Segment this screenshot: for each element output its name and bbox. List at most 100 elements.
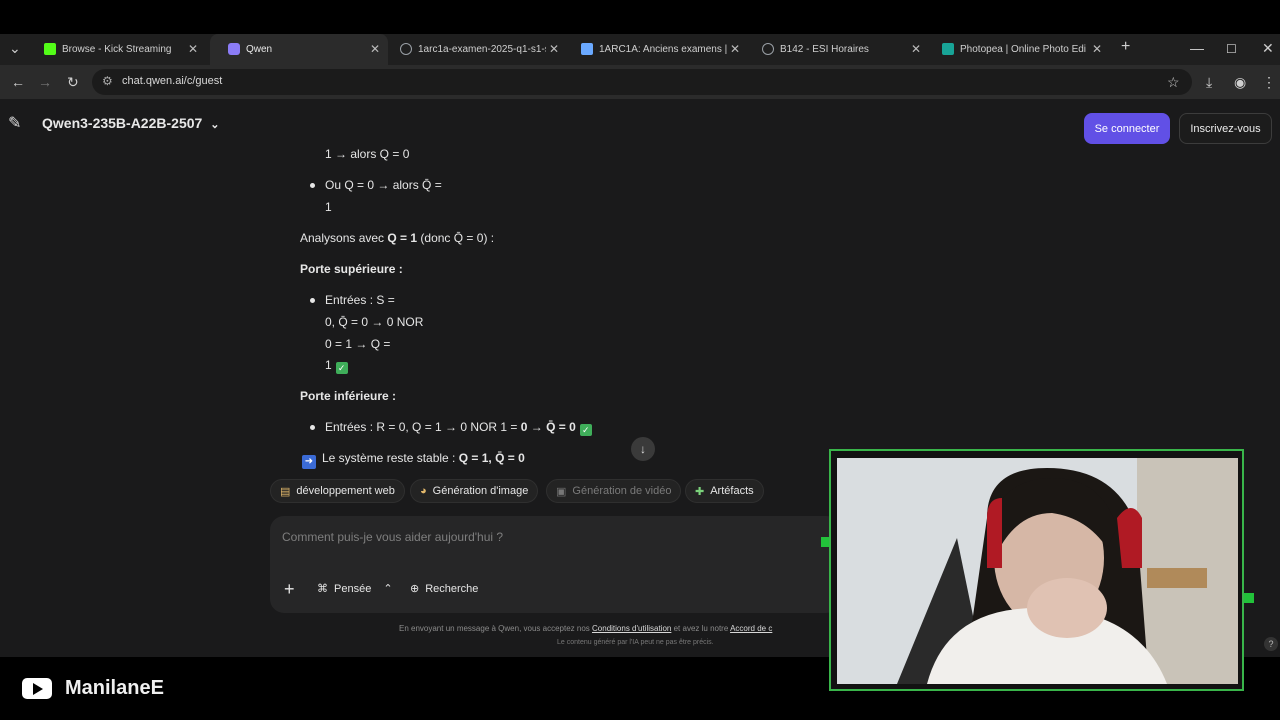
chip-label: Génération de vidéo: [572, 485, 672, 497]
youtube-logo-icon: [22, 678, 52, 699]
chip-artifacts[interactable]: ✚ Artéfacts: [685, 479, 764, 503]
list-bullet: [310, 183, 315, 188]
photopea-favicon-icon: [942, 43, 954, 55]
puzzle-icon: ✚: [695, 485, 705, 498]
tab-label: Browse - Kick Streaming: [62, 44, 172, 55]
model-name: Qwen3-235B-A22B-2507: [42, 115, 203, 131]
chat-line: 1 → alors Q = 0: [325, 147, 410, 161]
ai-disclaimer: Le contenu généré par l'IA peut ne pas ê…: [557, 639, 714, 646]
checkmark-icon: ✓: [335, 362, 348, 374]
moodle-favicon-icon: [581, 43, 593, 55]
chat-line: Entrées : S =: [325, 293, 395, 307]
text-bold: Q = 1, Q̄ = 0: [458, 451, 525, 465]
tab-anciens-examens[interactable]: 1ARC1A: Anciens examens | p ✕: [563, 34, 748, 65]
code-icon: ▤: [280, 485, 291, 498]
chip-image-gen[interactable]: ◕ Génération d'image: [410, 479, 539, 503]
minimize-icon[interactable]: —: [1190, 40, 1204, 56]
attach-plus-icon[interactable]: +: [284, 579, 295, 600]
legal-notice: En envoyant un message à Qwen, vous acce…: [399, 624, 772, 633]
globe-icon: ⊕: [410, 583, 420, 595]
close-tab-icon[interactable]: ✕: [549, 42, 559, 56]
chip-video-gen[interactable]: ▣ Génération de vidéo: [546, 479, 682, 503]
text-bold: Q̄ = 0: [546, 420, 576, 434]
tab-strip: ⌄ Browse - Kick Streaming ✕ Qwen ✕ 1arc1…: [0, 34, 1280, 65]
chevron-up-icon[interactable]: ⌃: [383, 582, 392, 595]
close-tab-icon[interactable]: ✕: [370, 42, 380, 56]
tab-qwen[interactable]: Qwen ✕: [210, 34, 388, 65]
text-bold: Q = 1: [387, 231, 418, 245]
text: En envoyant un message à Qwen, vous acce…: [399, 624, 593, 633]
chip-label: Génération d'image: [432, 485, 529, 497]
kick-favicon-icon: [44, 43, 56, 55]
scroll-down-button[interactable]: ↓: [631, 437, 655, 461]
menu-kebab-icon[interactable]: ⋮: [1262, 74, 1276, 91]
toggle-label: Pensée: [334, 582, 372, 595]
globe-favicon-icon: [762, 43, 774, 55]
tab-label: 1ARC1A: Anciens examens | p: [599, 44, 727, 55]
model-selector[interactable]: Qwen3-235B-A22B-2507 ⌄: [42, 115, 219, 131]
message-input[interactable]: Comment puis-je vous aider aujourd'hui ?: [282, 530, 503, 544]
tab-esi-horaires[interactable]: B142 - ESI Horaires ✕: [744, 34, 929, 65]
chat-paragraph: Analysons avec Q = 1 (donc Q̄ = 0) :: [300, 231, 494, 245]
reload-icon[interactable]: ↻: [67, 74, 79, 91]
palette-icon: ◕: [420, 485, 427, 497]
login-button[interactable]: Se connecter: [1084, 113, 1170, 144]
close-tab-icon[interactable]: ✕: [188, 42, 198, 56]
video-icon: ▣: [556, 485, 567, 498]
new-chat-icon[interactable]: ✎: [8, 113, 21, 133]
chip-label: Artéfacts: [710, 485, 754, 497]
address-bar[interactable]: ⚙ chat.qwen.ai/c/guest: [92, 69, 1192, 95]
maximize-icon[interactable]: ☐: [1226, 42, 1237, 56]
text: Entrées : R = 0, Q = 1 → 0 NOR 1 =: [325, 420, 521, 434]
tab-label: Qwen: [246, 44, 273, 55]
signup-button[interactable]: Inscrivez-vous: [1179, 113, 1272, 144]
download-icon[interactable]: ⤓: [1206, 74, 1212, 91]
window-close-icon[interactable]: ✕: [1262, 40, 1274, 57]
bookmark-star-icon[interactable]: ☆: [1167, 74, 1180, 91]
tab-label: B142 - ESI Horaires: [780, 44, 869, 55]
list-bullet: [310, 298, 315, 303]
terms-link[interactable]: Conditions d'utilisation: [592, 624, 671, 633]
close-tab-icon[interactable]: ✕: [730, 42, 740, 56]
thinking-toggle[interactable]: ⌘ Pensée ⌃: [317, 582, 393, 596]
text: →: [527, 420, 547, 434]
privacy-link[interactable]: Accord de c: [730, 624, 772, 633]
tab-search-icon[interactable]: ⌄: [9, 40, 21, 57]
section-heading: Porte inférieure :: [300, 389, 397, 403]
chat-line: 0 = 1 → Q =: [325, 337, 391, 351]
text: et avez lu notre: [671, 624, 731, 633]
close-tab-icon[interactable]: ✕: [911, 42, 921, 56]
back-icon[interactable]: ←: [11, 74, 25, 90]
nav-bar: ← → ↻ ⚙ chat.qwen.ai/c/guest ☆ ⤓ ◉ ⋮: [0, 65, 1280, 99]
arrow-down-icon: ↓: [640, 442, 646, 456]
text: (donc Q̄ = 0) :: [417, 231, 495, 245]
chat-conclusion: ➜ Le système reste stable : Q = 1, Q̄ = 0: [302, 451, 525, 469]
toggle-label: Recherche: [425, 582, 479, 595]
profile-icon[interactable]: ◉: [1234, 74, 1246, 91]
tab-examen[interactable]: 1arc1a-examen-2025-q1-s1-s ✕: [382, 34, 567, 65]
right-arrow-icon: ➜: [302, 455, 316, 469]
search-toggle[interactable]: ⊕ Recherche: [410, 582, 479, 596]
new-tab-icon[interactable]: +: [1121, 38, 1130, 56]
chat-line: 1: [325, 200, 332, 214]
chat-line: 0, Q̄ = 0 → 0 NOR: [325, 315, 424, 329]
chat-line: Ou Q = 0 → alors Q̄ =: [325, 178, 442, 192]
close-tab-icon[interactable]: ✕: [1092, 42, 1102, 56]
tab-photopea[interactable]: Photopea | Online Photo Editor ✕: [924, 34, 1110, 65]
qwen-favicon-icon: [228, 43, 240, 55]
message-composer[interactable]: Comment puis-je vous aider aujourd'hui ?…: [270, 516, 840, 613]
forward-icon[interactable]: →: [38, 74, 52, 90]
tab-label: 1arc1a-examen-2025-q1-s1-s: [418, 44, 546, 55]
webcam-feed: [837, 458, 1238, 684]
site-info-icon[interactable]: ⚙: [102, 74, 113, 88]
tab-label: Photopea | Online Photo Editor: [960, 44, 1086, 55]
help-icon[interactable]: ?: [1264, 637, 1278, 651]
text: Le système reste stable :: [322, 451, 459, 465]
tab-kick[interactable]: Browse - Kick Streaming ✕: [26, 34, 206, 65]
chip-web-dev[interactable]: ▤ développement web: [270, 479, 405, 503]
webcam-image: [837, 458, 1238, 684]
url-text[interactable]: chat.qwen.ai/c/guest: [122, 75, 222, 87]
globe-favicon-icon: [400, 43, 412, 55]
chevron-down-icon: ⌄: [210, 119, 220, 131]
overlay-handle-icon: [1244, 593, 1254, 603]
